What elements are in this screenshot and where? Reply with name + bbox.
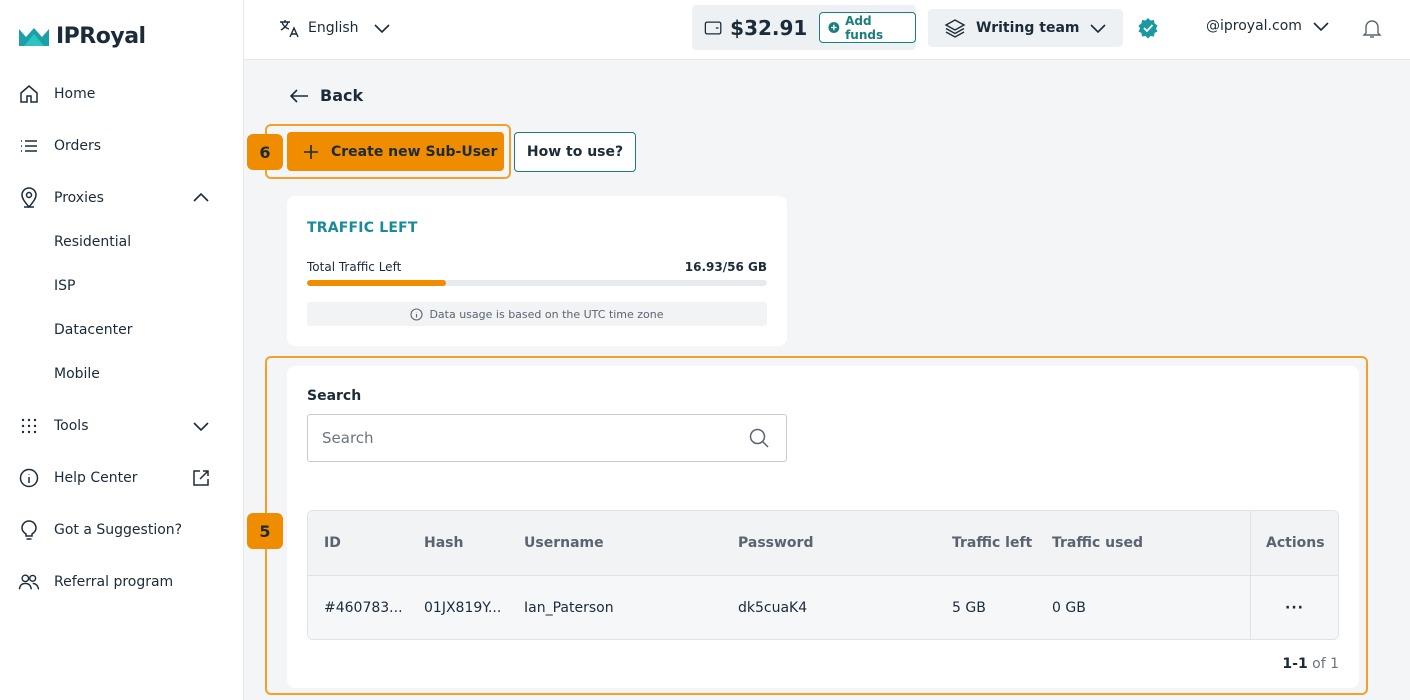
sidebar-item-label: Orders <box>54 138 102 154</box>
account-menu[interactable]: @iproyal.com <box>1206 17 1330 35</box>
column-header-traffic-left[interactable]: Traffic left <box>952 511 1032 575</box>
users-icon <box>18 571 40 593</box>
cell-hash: 01JX819Y... <box>424 600 502 616</box>
traffic-value: 16.93/56 GB <box>684 260 767 274</box>
translate-icon <box>280 20 299 38</box>
grid-dots-icon <box>18 415 40 437</box>
annotation-badge-5: 5 <box>247 513 283 549</box>
crown-logo-icon <box>19 27 49 46</box>
sidebar-item-label: Proxies <box>54 190 104 206</box>
team-name: Writing team <box>976 20 1080 36</box>
sidebar-item-suggestion[interactable]: Got a Suggestion? <box>18 519 228 541</box>
column-header-actions: Actions <box>1266 535 1325 551</box>
account-email: @iproyal.com <box>1206 18 1302 34</box>
arrow-left-icon <box>289 88 308 103</box>
table-row[interactable]: #460783... 01JX819Y... Ian_Paterson dk5c… <box>308 576 1338 639</box>
plus-circle-icon <box>828 22 840 33</box>
external-link-icon <box>190 467 212 489</box>
search-input[interactable] <box>322 415 722 461</box>
table-header: ID Hash Username Password Traffic left T… <box>308 511 1338 576</box>
sidebar-item-help-center[interactable]: Help Center <box>18 467 228 489</box>
traffic-card: TRAFFIC LEFT Total Traffic Left 16.93/56… <box>287 196 787 346</box>
sub-users-table: ID Hash Username Password Traffic left T… <box>307 510 1339 640</box>
pagination-range: 1-1 <box>1282 656 1308 672</box>
traffic-progress-bar <box>307 280 767 286</box>
wallet-balance: $32.91 Add funds <box>692 5 916 50</box>
annotation-badge-6: 6 <box>247 134 283 170</box>
brand-name: IPRoyal <box>56 24 146 49</box>
search-label: Search <box>307 388 362 404</box>
actions-cell: ··· <box>1250 576 1338 639</box>
add-funds-label: Add funds <box>845 13 884 42</box>
sidebar-item-orders[interactable]: Orders <box>18 135 228 157</box>
balance-amount: $32.91 <box>730 15 808 40</box>
chevron-down-icon <box>1090 24 1106 34</box>
column-header-id[interactable]: ID <box>324 511 341 575</box>
logo[interactable]: IPRoyal <box>18 24 146 49</box>
lightbulb-icon <box>18 519 40 541</box>
info-icon <box>18 467 40 489</box>
traffic-progress-fill <box>307 280 446 286</box>
column-header-hash[interactable]: Hash <box>424 511 463 575</box>
actions-header-cell: Actions <box>1250 511 1338 575</box>
sidebar-item-home[interactable]: Home <box>18 83 228 105</box>
plus-icon <box>304 144 318 159</box>
chevron-down-icon[interactable] <box>190 415 212 437</box>
home-icon <box>18 83 40 105</box>
cell-id: #460783... <box>324 600 403 616</box>
sidebar-sub-residential[interactable]: Residential <box>54 234 131 250</box>
how-to-use-button[interactable]: How to use? <box>514 132 636 172</box>
wallet-icon <box>704 20 722 35</box>
layers-icon <box>944 19 966 38</box>
sidebar: IPRoyal Home Orders Proxies Residential … <box>0 0 244 700</box>
language-selector[interactable]: English <box>278 17 391 39</box>
sidebar-item-label: Help Center <box>54 470 138 486</box>
language-label: English <box>308 20 359 36</box>
chevron-down-icon <box>1313 22 1329 32</box>
chevron-down-icon <box>373 24 390 34</box>
pagination-total: of 1 <box>1312 656 1339 672</box>
cell-traffic-used: 0 GB <box>1052 600 1086 616</box>
search-icon[interactable] <box>748 427 770 449</box>
sidebar-item-label: Got a Suggestion? <box>54 522 183 538</box>
sidebar-sub-datacenter[interactable]: Datacenter <box>54 322 132 338</box>
cell-username: Ian_Paterson <box>524 600 614 616</box>
pagination-info: 1-1 of 1 <box>1282 656 1339 672</box>
sub-users-card: Search ID Hash Username Password Traffic… <box>287 366 1359 688</box>
sidebar-item-label: Tools <box>54 418 89 434</box>
column-header-username[interactable]: Username <box>524 511 604 575</box>
team-selector[interactable]: Writing team <box>928 9 1123 47</box>
sidebar-item-proxies[interactable]: Proxies <box>18 187 228 209</box>
list-icon <box>18 135 40 157</box>
sidebar-item-tools[interactable]: Tools <box>18 415 228 437</box>
sidebar-sub-isp[interactable]: ISP <box>54 278 75 294</box>
topbar: English $32.91 Add funds Writing team @i… <box>244 0 1410 60</box>
more-actions-button[interactable]: ··· <box>1285 576 1304 639</box>
back-button[interactable]: Back <box>288 86 363 105</box>
traffic-note: Data usage is based on the UTC time zone <box>307 302 767 326</box>
column-header-traffic-used[interactable]: Traffic used <box>1052 511 1143 575</box>
cell-password: dk5cuaK4 <box>738 600 808 616</box>
info-icon <box>410 307 424 321</box>
add-funds-button[interactable]: Add funds <box>819 12 916 43</box>
back-label: Back <box>320 86 364 105</box>
traffic-title: TRAFFIC LEFT <box>307 220 418 236</box>
cell-traffic-left: 5 GB <box>952 600 986 616</box>
traffic-label: Total Traffic Left <box>307 260 402 274</box>
chevron-up-icon[interactable] <box>190 187 212 209</box>
sidebar-item-label: Home <box>54 86 96 102</box>
sidebar-item-label: Referral program <box>54 574 174 590</box>
create-sub-user-label: Create new Sub-User <box>331 143 498 160</box>
search-field <box>307 414 787 462</box>
create-sub-user-button[interactable]: Create new Sub-User <box>287 132 504 171</box>
bell-icon[interactable] <box>1360 16 1384 40</box>
location-pin-icon <box>18 187 40 209</box>
verified-badge-icon <box>1138 18 1158 39</box>
sidebar-sub-mobile[interactable]: Mobile <box>54 366 100 382</box>
traffic-note-text: Data usage is based on the UTC time zone <box>429 307 664 321</box>
column-header-password[interactable]: Password <box>738 511 813 575</box>
sidebar-item-referral[interactable]: Referral program <box>18 571 228 593</box>
